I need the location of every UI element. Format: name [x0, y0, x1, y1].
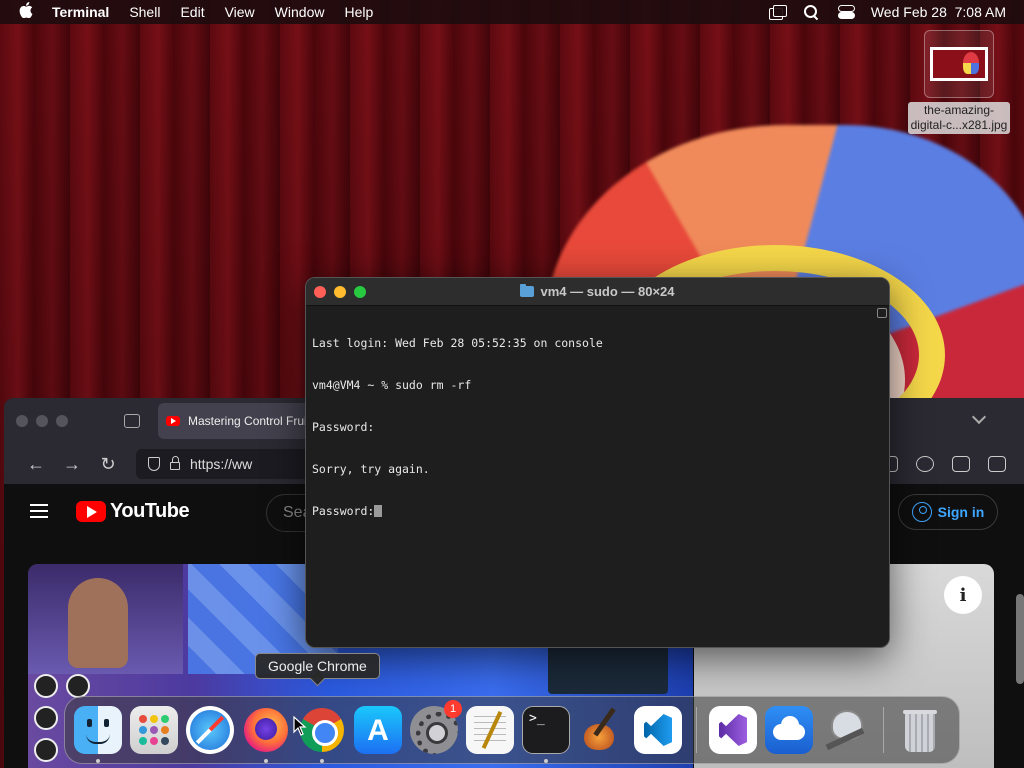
hamburger-menu-icon[interactable] [988, 456, 1006, 472]
vscode-icon [634, 706, 682, 754]
menu-help[interactable]: Help [334, 4, 383, 20]
dock-terminal[interactable] [522, 706, 570, 763]
spotlight-search-icon[interactable] [803, 5, 821, 19]
image-thumbnail-icon [930, 47, 988, 81]
lock-icon[interactable] [170, 456, 180, 470]
tab-overview-icon[interactable] [124, 414, 140, 428]
terminal-line: Last login: Wed Feb 28 05:52:35 on conso… [312, 336, 603, 350]
terminal-line: Password: [312, 420, 375, 434]
notification-badge: 1 [444, 700, 462, 718]
youtube-menu-icon[interactable] [30, 504, 48, 518]
terminal-line: vm4@VM4 ~ % sudo rm -rf [312, 378, 472, 392]
running-indicator [544, 759, 548, 763]
dock-vscode[interactable] [634, 706, 682, 754]
menu-edit[interactable]: Edit [170, 4, 214, 20]
overlay-icon [34, 674, 58, 698]
overlay-icon [34, 738, 58, 762]
dock-safari[interactable] [186, 706, 234, 754]
close-button[interactable] [16, 415, 28, 427]
dock-app-store[interactable] [354, 706, 402, 754]
terminal-line: Sorry, try again. [312, 462, 430, 476]
trash-icon [896, 706, 944, 754]
page-scrollbar[interactable] [1016, 594, 1024, 684]
chevron-down-icon[interactable] [971, 409, 987, 425]
streamer-webcam [28, 564, 183, 674]
dock-tooltip: Google Chrome [255, 653, 380, 679]
dock-firefox[interactable] [242, 706, 290, 763]
youtube-sign-in-button[interactable]: Sign in [898, 494, 998, 530]
overlay-icon [34, 706, 58, 730]
menu-shell[interactable]: Shell [119, 4, 170, 20]
inactive-window-controls [16, 415, 68, 427]
apple-menu-icon[interactable] [0, 1, 52, 23]
launchpad-icon [130, 706, 178, 754]
tracking-shield-icon[interactable] [148, 457, 160, 471]
dock-garageband[interactable] [578, 706, 626, 754]
dock-finder[interactable] [74, 706, 122, 763]
terminal-prompt-line: Password: [312, 504, 883, 518]
text-cursor [374, 505, 383, 517]
running-indicator [264, 759, 268, 763]
menu-window[interactable]: Window [265, 4, 335, 20]
stage-manager-icon[interactable] [768, 5, 787, 20]
youtube-play-icon [76, 501, 106, 522]
youtube-logo[interactable]: YouTube [76, 500, 190, 523]
terminal-window[interactable]: vm4 — sudo — 80×24 Last login: Wed Feb 2… [305, 277, 890, 648]
dock-system-settings[interactable]: 1 [410, 700, 462, 754]
url-text: https://ww [190, 456, 253, 472]
firefox-icon [242, 706, 290, 754]
menu-bar: Terminal Shell Edit View Window Help Wed… [0, 0, 1024, 24]
terminal-title-bar[interactable]: vm4 — sudo — 80×24 [306, 278, 889, 306]
menu-app-terminal[interactable]: Terminal [52, 4, 119, 20]
dock-trash[interactable] [896, 706, 944, 754]
safari-icon [186, 706, 234, 754]
forward-arrow-icon[interactable]: → [54, 454, 90, 475]
finder-icon [74, 706, 122, 754]
zoom-button[interactable] [354, 286, 366, 298]
browser-tab-youtube[interactable]: Mastering Control Frui [158, 403, 318, 439]
terminal-icon [522, 706, 570, 754]
cloud-icon [765, 706, 813, 754]
running-indicator [96, 759, 100, 763]
running-indicator [320, 759, 324, 763]
control-center-icon[interactable] [837, 5, 855, 19]
terminal-title: vm4 — sudo — 80×24 [540, 284, 675, 299]
dock-weather[interactable] [765, 706, 813, 754]
guitar-icon [578, 706, 626, 754]
terminal-scroll-icon[interactable] [877, 308, 887, 318]
zoom-button[interactable] [56, 415, 68, 427]
close-button[interactable] [314, 286, 326, 298]
file-name-label: the-amazing- digital-c...x281.jpg [907, 102, 1011, 134]
folder-icon [520, 284, 535, 297]
minimize-button[interactable] [36, 415, 48, 427]
dock-separator [883, 707, 884, 753]
visual-studio-icon [709, 706, 757, 754]
back-arrow-icon[interactable]: ← [18, 454, 54, 475]
terminal-content[interactable]: Last login: Wed Feb 28 05:52:35 on conso… [306, 306, 889, 647]
menu-clock[interactable]: Wed Feb 28 7:08 AM [871, 4, 1006, 20]
menu-view[interactable]: View [215, 4, 265, 20]
desktop-file-jpg[interactable]: the-amazing- digital-c...x281.jpg [898, 30, 1020, 134]
dock-separator [696, 707, 697, 753]
dock-visual-studio[interactable] [709, 706, 757, 754]
info-icon[interactable]: i [944, 576, 982, 614]
app-store-icon [354, 706, 402, 754]
youtube-favicon-icon [166, 416, 180, 426]
overlay-icon [66, 674, 90, 698]
robot-icon [821, 706, 869, 754]
extensions-icon[interactable] [952, 456, 970, 472]
user-circle-icon [911, 502, 932, 522]
textedit-icon [466, 706, 514, 754]
account-icon[interactable] [916, 456, 934, 472]
dock-automator[interactable] [821, 706, 869, 754]
reload-icon[interactable]: ↻ [90, 454, 126, 475]
dock-textedit[interactable] [466, 706, 514, 754]
minimize-button[interactable] [334, 286, 346, 298]
file-thumbnail[interactable] [924, 30, 994, 98]
dock: 1 [64, 696, 960, 764]
dock-launchpad[interactable] [130, 706, 178, 754]
